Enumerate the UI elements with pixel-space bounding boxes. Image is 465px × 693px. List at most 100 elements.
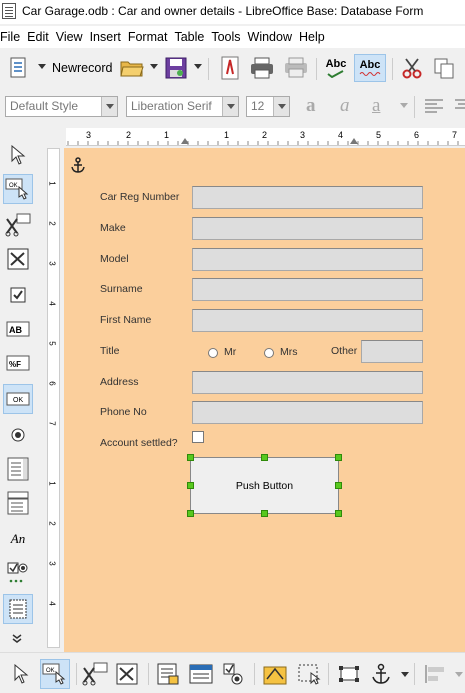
autospellcheck-icon[interactable]: Abc [354,54,386,82]
select-pointer-icon[interactable] [3,140,33,170]
mr-radio[interactable] [208,348,218,358]
print-preview-icon[interactable] [282,54,310,82]
chevron-down-icon[interactable] [455,672,463,678]
formatted-field-icon[interactable]: %F [3,348,33,378]
indent-marker-icon[interactable] [181,138,189,144]
chevron-down-icon[interactable] [401,672,409,678]
control-wizards-icon[interactable] [80,659,110,689]
ruler-mark: 5 [376,130,382,140]
title-label: Title [100,345,120,357]
indent-marker-icon[interactable] [350,138,358,144]
chevron-down-icon[interactable] [38,64,46,70]
form-design-icon[interactable] [112,659,142,689]
select-pointer-icon[interactable] [6,659,36,689]
spellcheck-icon[interactable]: Abc [322,54,350,82]
resize-handle[interactable] [187,510,194,517]
menu-file[interactable]: File [0,30,27,44]
text-box-icon[interactable]: AB [3,314,33,344]
first-name-field[interactable] [192,309,423,332]
phone-field[interactable] [192,401,423,424]
option-button-icon[interactable] [3,420,33,450]
combo-box-icon[interactable] [3,488,33,518]
chevron-down-icon[interactable] [150,64,158,70]
print-icon[interactable] [248,54,276,82]
ruler-mark: 4 [47,301,57,306]
menu-format[interactable]: Format [128,30,175,44]
model-field[interactable] [192,248,423,271]
car-reg-field[interactable] [192,186,423,209]
mr-label: Mr [224,346,237,358]
design-mode-icon[interactable]: OK [40,659,70,689]
align-center-icon[interactable] [454,98,465,114]
checkbox-icon[interactable] [3,280,33,310]
resize-handle[interactable] [187,454,194,461]
font-size-select[interactable]: 12 [246,96,290,117]
resize-handle[interactable] [335,482,342,489]
menu-tools[interactable]: Tools [211,30,247,44]
account-settled-checkbox[interactable] [192,431,204,443]
push-button-icon[interactable]: OK [3,384,33,414]
align-objects-icon[interactable] [420,659,450,689]
list-box-icon[interactable] [3,454,33,484]
svg-text:OK: OK [9,183,18,189]
anchor-icon[interactable] [70,157,86,173]
form-properties-icon[interactable] [153,659,183,689]
anchor-icon[interactable] [366,659,396,689]
underline-icon[interactable]: a [372,95,380,117]
resize-handle[interactable] [261,510,268,517]
paragraph-style-select[interactable]: Default Style [5,96,118,117]
push-button[interactable]: Push Button [190,457,339,514]
control-wizards-icon[interactable] [3,210,33,240]
bold-icon[interactable]: a [306,95,316,117]
ruler-mark: 3 [300,130,306,140]
italic-icon[interactable]: a [340,95,350,117]
ruler-mark: 1 [47,481,57,486]
other-field[interactable] [361,340,423,363]
title-bar: Car Garage.odb : Car and owner details -… [0,0,465,24]
open-in-design-mode-icon[interactable] [260,659,290,689]
mrs-radio[interactable] [264,348,274,358]
design-mode-icon[interactable]: OK [3,174,33,204]
new-record-button[interactable]: Newrecord [52,61,112,75]
menu-edit[interactable]: Edit [27,30,56,44]
chevron-down-icon[interactable] [194,64,202,70]
resize-handle[interactable] [261,454,268,461]
new-record-icon[interactable] [4,54,32,82]
menu-help[interactable]: Help [299,30,332,44]
position-size-icon[interactable] [334,659,364,689]
resize-handle[interactable] [335,454,342,461]
resize-handle[interactable] [187,482,194,489]
activation-order-icon[interactable] [218,659,248,689]
app-icon [2,3,16,19]
ruler-mark: 2 [126,130,132,140]
menu-view[interactable]: View [56,30,90,44]
menu-window[interactable]: Window [248,30,299,44]
cut-icon[interactable] [398,54,426,82]
chevron-down-icon[interactable] [400,103,408,109]
save-icon[interactable] [162,54,190,82]
make-field[interactable] [192,217,423,240]
form-design-icon[interactable] [3,244,33,274]
svg-text:OK: OK [13,397,23,404]
form-navigator-icon[interactable] [3,594,33,624]
menu-table[interactable]: Table [174,30,211,44]
selection-icon[interactable] [294,659,324,689]
ruler-mark: 3 [86,130,92,140]
ruler-mark: 4 [338,130,344,140]
address-field[interactable] [192,371,423,394]
horizontal-ruler[interactable]: 3 2 1 1 2 3 4 5 6 7 [66,128,465,146]
export-pdf-icon[interactable] [216,54,244,82]
make-label: Make [100,222,126,234]
more-controls-icon[interactable] [3,558,33,588]
tab-order-icon[interactable] [186,659,216,689]
align-left-icon[interactable] [424,98,444,114]
standard-toolbar: Newrecord Abc Abc [0,50,465,86]
open-folder-icon[interactable] [118,54,146,82]
copy-icon[interactable] [430,54,458,82]
resize-handle[interactable] [335,510,342,517]
font-name-select[interactable]: Liberation Serif [126,96,239,117]
menu-insert[interactable]: Insert [90,30,128,44]
surname-field[interactable] [192,278,423,301]
chevron-down-icon[interactable] [12,634,22,644]
label-field-icon[interactable]: An [3,524,33,554]
